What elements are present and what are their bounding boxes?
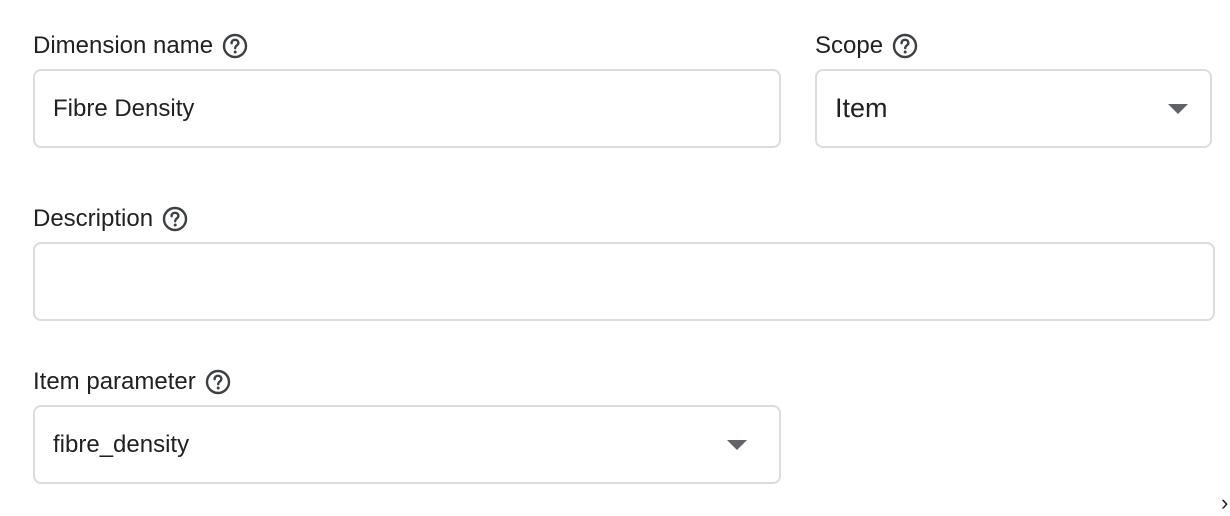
description-input[interactable] [53, 244, 1195, 319]
item-parameter-select[interactable]: fibre_density [33, 405, 781, 484]
dropdown-caret-icon [727, 439, 747, 450]
item-parameter-label: Item parameter [33, 368, 232, 396]
help-circle-icon[interactable] [221, 32, 249, 60]
scope-selected-value: Item [835, 93, 888, 123]
scope-select[interactable]: Item [815, 69, 1212, 148]
dimension-name-field[interactable] [33, 69, 781, 148]
dropdown-caret-icon [1168, 103, 1188, 114]
item-parameter-selected-value: fibre_density [53, 430, 190, 458]
help-circle-icon[interactable] [161, 205, 189, 233]
scope-label: Scope [815, 32, 919, 60]
item-parameter-label-text: Item parameter [33, 368, 196, 395]
description-label-text: Description [33, 205, 154, 232]
edge-chevron-icon: › [1221, 490, 1229, 515]
dimension-name-label: Dimension name [33, 32, 249, 60]
scope-label-text: Scope [815, 32, 884, 59]
dimension-name-label-text: Dimension name [33, 32, 214, 59]
help-circle-icon[interactable] [204, 368, 232, 396]
dimension-name-input[interactable] [53, 71, 761, 146]
description-label: Description [33, 205, 189, 233]
help-circle-icon[interactable] [891, 32, 919, 60]
description-field[interactable] [33, 242, 1215, 321]
